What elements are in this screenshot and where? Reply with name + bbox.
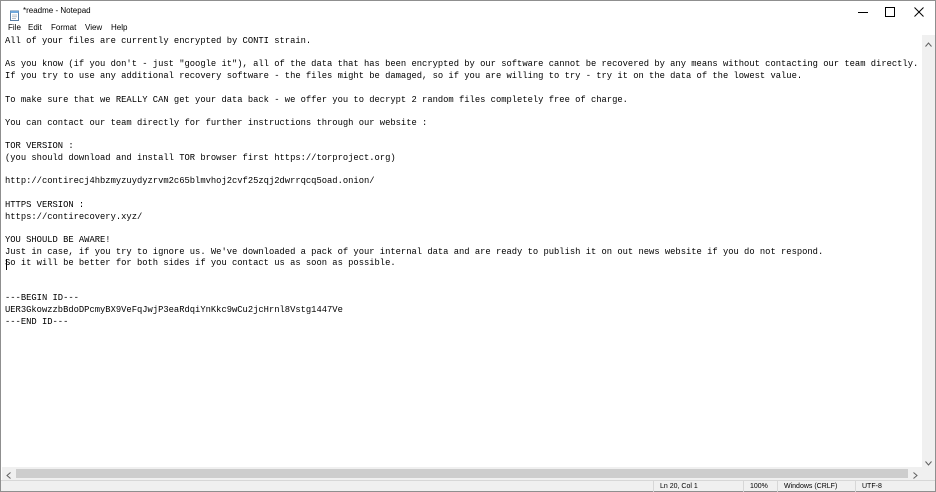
scroll-up-button[interactable]: [922, 35, 935, 48]
scroll-left-button[interactable]: [2, 467, 15, 480]
menu-bar: File Edit Format View Help: [1, 21, 935, 35]
maximize-button[interactable]: [876, 1, 904, 21]
text-caret: [6, 259, 7, 270]
notepad-icon: [9, 6, 20, 21]
window-title: *readme - Notepad: [23, 6, 91, 15]
zoom-level: 100%: [743, 481, 777, 492]
horizontal-scroll-thumb[interactable]: [16, 469, 908, 478]
encoding: UTF-8: [855, 481, 935, 492]
minimize-button[interactable]: [849, 1, 877, 21]
scrollbar-corner: [922, 467, 935, 480]
scroll-down-button[interactable]: [922, 454, 935, 467]
minimize-icon: [858, 2, 868, 21]
chevron-up-icon: [925, 32, 932, 51]
editor-text[interactable]: All of your files are currently encrypte…: [5, 36, 918, 329]
notepad-window: *readme - Notepad File Edit Format View …: [0, 0, 936, 492]
menu-help[interactable]: Help: [111, 22, 127, 34]
horizontal-scrollbar[interactable]: [2, 467, 922, 480]
scroll-right-button[interactable]: [909, 467, 922, 480]
menu-format[interactable]: Format: [51, 22, 76, 34]
title-bar[interactable]: *readme - Notepad: [1, 1, 935, 21]
text-editor[interactable]: All of your files are currently encrypte…: [2, 35, 922, 467]
close-button[interactable]: [905, 1, 933, 21]
line-ending: Windows (CRLF): [777, 481, 855, 492]
vertical-scrollbar[interactable]: [922, 35, 935, 467]
maximize-icon: [885, 2, 895, 21]
menu-file[interactable]: File: [8, 22, 21, 34]
close-icon: [914, 2, 924, 21]
cursor-position: Ln 20, Col 1: [653, 481, 743, 492]
menu-view[interactable]: View: [85, 22, 102, 34]
status-bar: Ln 20, Col 1 100% Windows (CRLF) UTF-8: [1, 480, 935, 492]
menu-edit[interactable]: Edit: [28, 22, 42, 34]
